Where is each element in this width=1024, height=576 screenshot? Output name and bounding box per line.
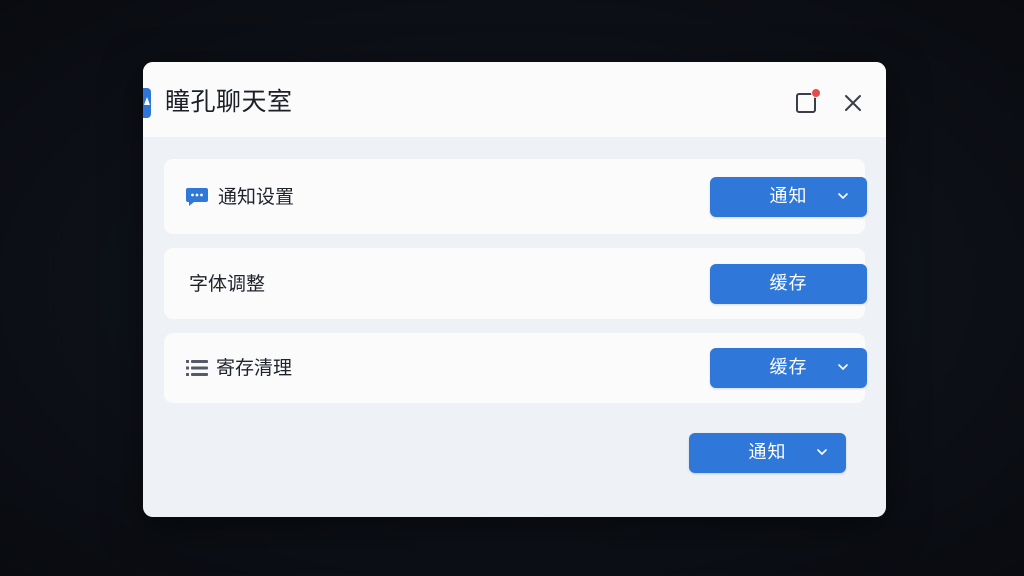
title-bar: 瞳孔聊天室 xyxy=(143,62,886,137)
settings-row-notification: 通知设置 通知 xyxy=(164,159,867,234)
chat-bubble-icon xyxy=(185,185,209,209)
chevron-down-icon xyxy=(838,364,848,370)
row-label-cache: 寄存清理 xyxy=(216,357,293,379)
settings-row-cache: 寄存清理 缓存 xyxy=(164,333,867,403)
restore-window-button[interactable] xyxy=(789,86,823,120)
footer-notification-dropdown-button[interactable]: 通知 xyxy=(689,433,846,473)
close-icon xyxy=(845,95,861,111)
close-button[interactable] xyxy=(836,86,870,120)
notification-dropdown-button[interactable]: 通知 xyxy=(710,177,867,217)
chevron-down-icon xyxy=(817,449,827,455)
app-logo-icon xyxy=(143,88,151,118)
row-label-font: 字体调整 xyxy=(189,273,266,295)
font-cache-button[interactable]: 缓存 xyxy=(710,264,867,304)
notification-dot xyxy=(811,88,821,98)
settings-row-font: 字体调整 缓存 xyxy=(164,248,867,319)
cache-dropdown-button[interactable]: 缓存 xyxy=(710,348,867,388)
chevron-down-icon xyxy=(838,193,848,199)
settings-dialog: 瞳孔聊天室 通知设置 通知 字体调整 缓存 寄存清理 缓存 通知 xyxy=(143,62,886,517)
window-title: 瞳孔聊天室 xyxy=(165,87,293,116)
list-icon xyxy=(185,356,209,380)
button-label: 缓存 xyxy=(769,273,808,294)
restore-window-icon xyxy=(796,88,821,113)
row-label-notification: 通知设置 xyxy=(218,186,295,208)
